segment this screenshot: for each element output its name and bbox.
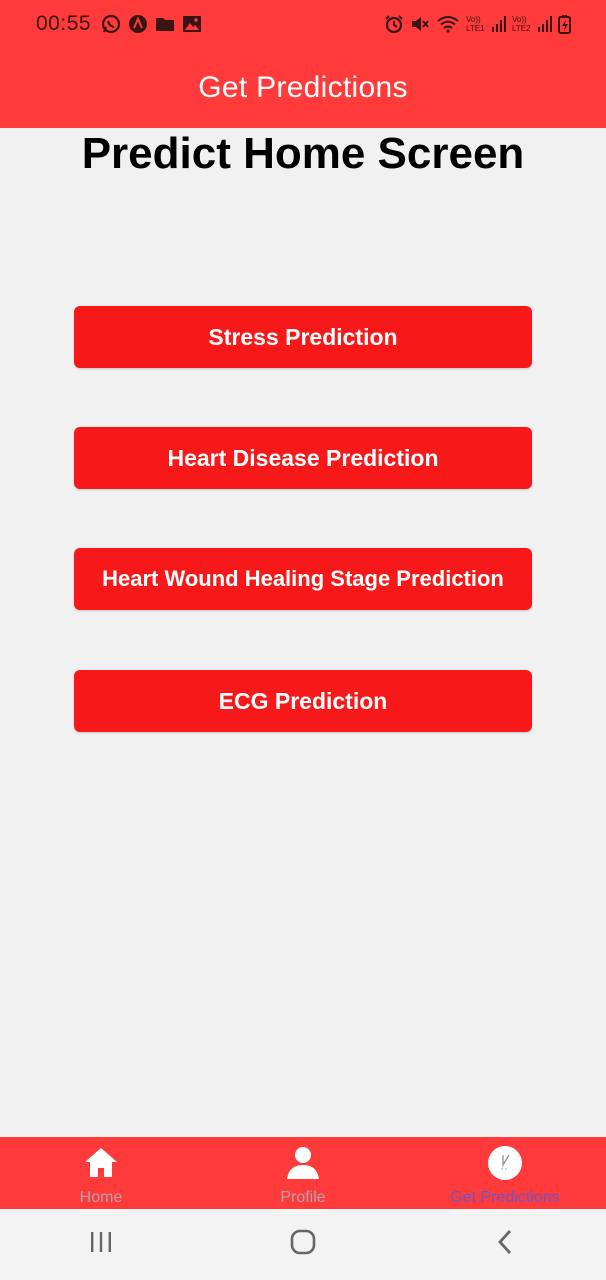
app-icon — [128, 14, 148, 34]
status-right-icons: Vo)) LTE1 Vo)) LTE2 — [384, 14, 572, 34]
home-icon — [83, 1145, 119, 1181]
nav-item-profile[interactable]: Profile — [202, 1137, 404, 1209]
home-circle-icon — [289, 1228, 317, 1261]
lte2-signal-icon: Vo)) LTE2 — [512, 14, 552, 34]
recent-apps-button[interactable] — [0, 1209, 202, 1280]
back-icon — [495, 1228, 515, 1261]
nav-label-home: Home — [79, 1189, 123, 1206]
stress-prediction-button[interactable]: Stress Prediction — [74, 306, 532, 368]
app-bar-title: Get Predictions — [198, 71, 408, 104]
whatsapp-icon — [101, 14, 121, 34]
system-home-button[interactable] — [202, 1209, 404, 1280]
status-time: 00:55 — [36, 12, 92, 35]
system-nav-bar — [0, 1209, 606, 1280]
nav-label-get-predictions: Get Predictions — [450, 1189, 560, 1206]
recent-apps-icon — [88, 1230, 114, 1259]
predictions-icon — [487, 1145, 523, 1181]
wifi-icon — [436, 14, 460, 34]
svg-text:LTE1: LTE1 — [466, 24, 485, 33]
svg-text:Vo)): Vo)) — [466, 15, 481, 24]
lte1-signal-icon: Vo)) LTE1 — [466, 14, 506, 34]
gallery-icon — [182, 14, 202, 34]
page-title: Predict Home Screen — [81, 129, 525, 178]
folder-icon — [155, 14, 175, 34]
svg-text:Vo)): Vo)) — [512, 15, 527, 24]
nav-item-get-predictions[interactable]: Get Predictions — [404, 1137, 606, 1209]
profile-icon — [285, 1145, 321, 1181]
nav-label-profile: Profile — [280, 1189, 326, 1206]
nav-item-home[interactable]: Home — [0, 1137, 202, 1209]
heart-wound-healing-stage-prediction-button[interactable]: Heart Wound Healing Stage Prediction — [74, 548, 532, 610]
battery-charging-icon — [558, 14, 572, 34]
bottom-nav: Home Profile Get Predictions — [0, 1137, 606, 1209]
svg-text:LTE2: LTE2 — [512, 24, 531, 33]
status-bar: 00:55 Vo)) LTE1 Vo)) LTE2 — [0, 0, 606, 48]
mute-icon — [410, 14, 430, 34]
app-bar: Get Predictions — [0, 48, 606, 128]
back-button[interactable] — [404, 1209, 606, 1280]
status-left-icons — [101, 14, 202, 34]
alarm-icon — [384, 14, 404, 34]
heart-disease-prediction-button[interactable]: Heart Disease Prediction — [74, 427, 532, 489]
ecg-prediction-button[interactable]: ECG Prediction — [74, 670, 532, 732]
